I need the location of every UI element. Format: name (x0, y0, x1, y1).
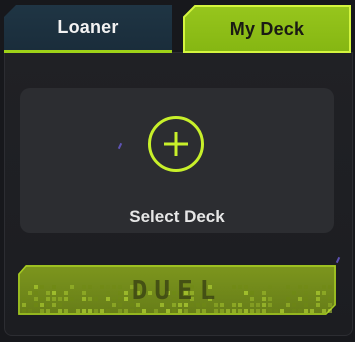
tab-my-deck-label: My Deck (229, 18, 305, 39)
tab-loaner[interactable]: Loaner (4, 5, 172, 53)
add-deck-button[interactable] (148, 116, 204, 172)
duel-button[interactable]: DUEL (18, 265, 336, 315)
select-deck-card[interactable]: Select Deck (20, 88, 334, 233)
duel-label: DUEL (131, 276, 223, 306)
tab-loaner-label: Loaner (57, 17, 119, 37)
plus-circle-icon (164, 132, 188, 156)
select-deck-label: Select Deck (129, 207, 225, 226)
tab-my-deck[interactable]: My Deck (183, 5, 351, 53)
